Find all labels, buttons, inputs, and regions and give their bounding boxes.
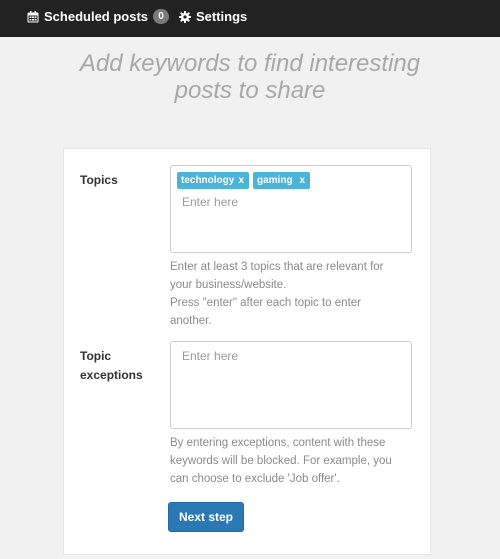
topics-placeholder: Enter here (182, 195, 239, 209)
tag-label: gaming (257, 175, 293, 186)
headline-line-1: Add keywords to find interesting (79, 50, 421, 77)
nav-scheduled-label: Scheduled posts (44, 9, 149, 24)
page-headline: Add keywords to find interesting posts t… (0, 50, 500, 104)
help-line: keywords will be blocked. For example, y… (170, 455, 392, 467)
gear-icon (179, 10, 196, 23)
calendar-icon (27, 10, 44, 23)
help-line: By entering exceptions, content with the… (170, 437, 386, 449)
exceptions-help-text: By entering exceptions, content with the… (170, 434, 415, 488)
tag-remove-button[interactable]: x (299, 172, 305, 189)
topic-exceptions-label: Topic exceptions (80, 347, 150, 385)
nav-settings[interactable]: Settings (179, 0, 247, 33)
scheduled-count-badge: 0 (153, 9, 170, 24)
help-line: Press "enter" after each topic to enter (170, 297, 361, 309)
top-nav: Scheduled posts 0 Settings (0, 0, 500, 37)
help-line: your business/website. (170, 279, 287, 291)
label-line: Topic (80, 349, 112, 363)
help-line: Enter at least 3 topics that are relevan… (170, 261, 384, 273)
topic-tag-technology: technology x (177, 172, 249, 189)
next-step-button[interactable]: Next step (168, 502, 244, 532)
help-line: another. (170, 315, 212, 327)
headline-line-2: posts to share (174, 77, 326, 104)
topics-label: Topics (80, 173, 118, 187)
help-line: can choose to exclude 'Job offer'. (170, 473, 340, 485)
keywords-form-card: Topics technology x gaming x Enter here … (63, 148, 431, 555)
topic-exceptions-input[interactable]: Enter here (170, 341, 412, 429)
tag-label: technology (181, 175, 235, 186)
tag-remove-button[interactable]: x (238, 172, 244, 189)
exceptions-placeholder: Enter here (182, 349, 239, 363)
nav-scheduled-posts[interactable]: Scheduled posts 0 (27, 0, 170, 33)
nav-settings-label: Settings (196, 9, 248, 24)
label-line: exceptions (80, 368, 143, 382)
topics-input[interactable]: technology x gaming x Enter here (170, 165, 412, 253)
topics-help-text: Enter at least 3 topics that are relevan… (170, 258, 415, 330)
topic-tag-gaming: gaming x (253, 172, 310, 189)
